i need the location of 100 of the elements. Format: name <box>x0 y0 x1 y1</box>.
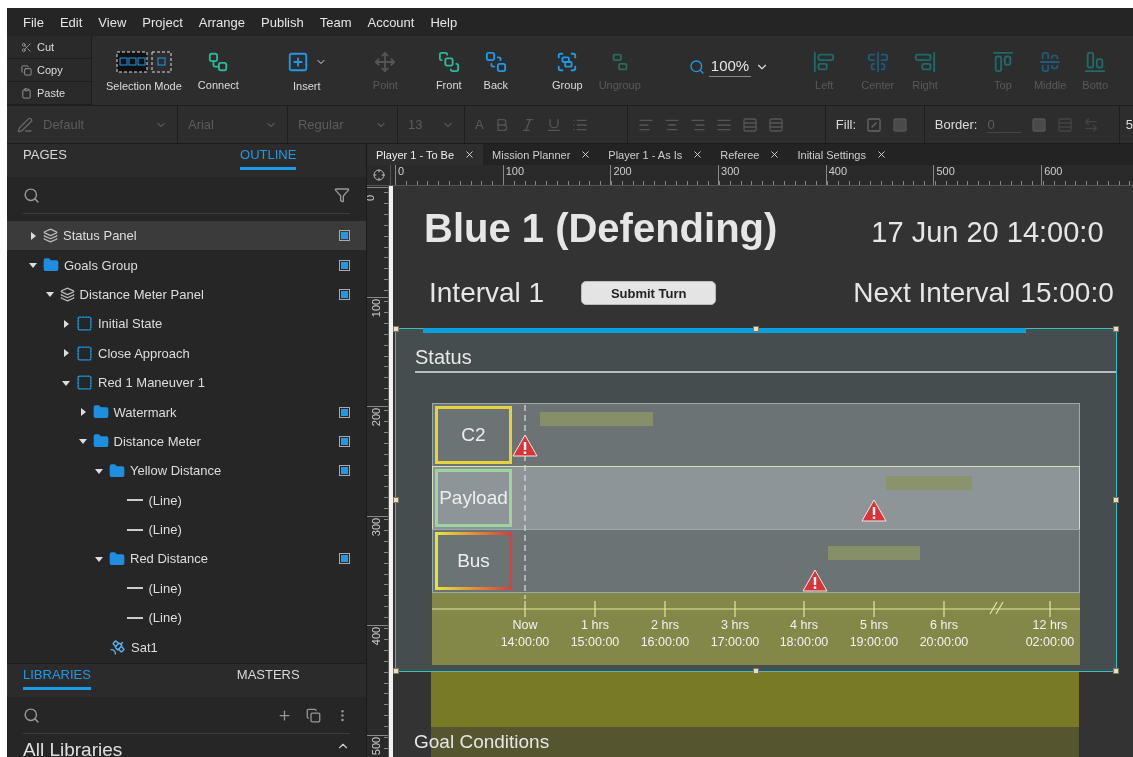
outline-item[interactable]: Close Approach <box>7 338 366 368</box>
menu-item[interactable]: Edit <box>51 14 91 30</box>
ruler-label: 300 <box>718 165 826 185</box>
panel-tab[interactable]: MASTERS <box>186 667 350 697</box>
selection-handle[interactable] <box>1113 326 1119 332</box>
close-icon[interactable] <box>580 149 592 160</box>
outline-item[interactable]: Yellow Distance <box>7 456 366 486</box>
clipboard-icon <box>21 87 32 99</box>
submit-button[interactable]: Submit Turn <box>581 281 717 305</box>
outline-item[interactable]: (Line) <box>7 485 366 515</box>
outline-item[interactable]: (Line) <box>7 514 366 545</box>
border-color-icon[interactable] <box>1031 116 1048 133</box>
expanded-caret-icon[interactable] <box>78 437 87 446</box>
warning-icon <box>861 499 887 522</box>
add-icon[interactable] <box>277 707 292 723</box>
document-tab[interactable]: Referee <box>711 144 789 165</box>
document-tab[interactable]: Mission Planner <box>483 144 600 165</box>
selection-handle[interactable] <box>393 668 399 674</box>
outline-item[interactable]: Goals Group <box>7 250 366 280</box>
connector-icon <box>207 50 230 73</box>
outline-item[interactable]: (Line) <box>7 573 366 604</box>
outline-item[interactable]: Status Panel <box>7 221 366 251</box>
collapsed-caret-icon[interactable] <box>62 349 70 358</box>
outline-item[interactable]: Red Distance <box>7 544 366 574</box>
expanded-caret-icon[interactable] <box>62 378 70 387</box>
selection-handle[interactable] <box>393 326 399 332</box>
fill-swatch-icon[interactable] <box>866 116 883 133</box>
close-icon[interactable] <box>769 149 781 160</box>
menu-item[interactable]: Arrange <box>190 14 254 30</box>
selection-handle[interactable] <box>753 668 759 674</box>
document-tab[interactable]: Player 1 - To Be <box>367 144 484 165</box>
menu-item[interactable]: Team <box>311 14 360 30</box>
selection-handle[interactable] <box>1113 497 1119 503</box>
line-icon <box>126 499 143 502</box>
next-interval-time: 15:00:0 <box>1020 277 1114 309</box>
document-tab[interactable]: Player 1 - As Is <box>599 144 712 165</box>
ruler-label: 100 <box>502 165 611 185</box>
close-icon[interactable] <box>875 149 887 160</box>
close-icon[interactable] <box>464 149 476 160</box>
collapsed-caret-icon[interactable] <box>29 231 37 240</box>
toolbar-button[interactable]: Group <box>548 36 587 105</box>
align-middle-icon <box>1039 50 1062 73</box>
state-icon <box>76 374 93 392</box>
selection-handle[interactable] <box>1113 668 1119 674</box>
interval-label: Interval 1 <box>429 277 545 309</box>
menu-item[interactable]: Publish <box>253 14 312 30</box>
expanded-caret-icon[interactable] <box>45 290 54 299</box>
toolbar-button[interactable]: Connect <box>193 36 243 105</box>
panel-tab[interactable]: LIBRARIES <box>23 667 187 697</box>
ruler-label: 0 <box>395 165 503 185</box>
toolbar-button[interactable]: Back <box>479 36 513 105</box>
menu-item[interactable]: View <box>90 14 135 30</box>
collapsed-caret-icon[interactable] <box>78 408 87 417</box>
toolbar-button[interactable]: Insert <box>282 36 331 105</box>
crosshair-icon[interactable] <box>372 169 385 181</box>
close-icon[interactable] <box>692 149 704 160</box>
line-icon <box>126 616 143 619</box>
panel-tab[interactable]: PAGES <box>23 147 187 177</box>
expanded-caret-icon[interactable] <box>95 555 103 563</box>
marker-icon[interactable] <box>339 230 350 242</box>
group-icon <box>556 50 579 73</box>
outline-item[interactable]: Watermark <box>7 397 366 427</box>
menu-item[interactable]: File <box>15 14 52 30</box>
selection-handle[interactable] <box>393 497 399 503</box>
state-icon <box>76 344 93 362</box>
zoom-field[interactable]: 100% <box>708 56 752 77</box>
outline-item[interactable]: Sat1 <box>7 632 366 662</box>
marker-icon[interactable] <box>339 259 350 271</box>
tick-label: 1 hrs 15:00:00 <box>570 617 620 651</box>
marker-icon[interactable] <box>339 553 350 565</box>
marker-icon[interactable] <box>339 435 350 447</box>
collapsed-caret-icon[interactable] <box>62 319 70 328</box>
toolbar-button[interactable]: Selection Mode <box>102 36 186 105</box>
menu-item[interactable]: Account <box>359 14 423 30</box>
panel-tab[interactable]: OUTLINE <box>186 147 350 177</box>
section-heading: Goal Conditions <box>414 731 550 753</box>
marker-icon[interactable] <box>339 406 350 418</box>
search-icon[interactable] <box>23 186 40 204</box>
outline-item[interactable]: Red 1 Maneuver 1 <box>7 367 366 398</box>
outline-item[interactable]: Initial State <box>7 309 366 339</box>
outline-item[interactable]: Distance Meter Panel <box>7 279 366 310</box>
filter-icon[interactable] <box>334 187 350 203</box>
document-tab[interactable]: Initial Settings <box>788 144 895 165</box>
menu-item[interactable]: Project <box>134 14 191 30</box>
folder-icon <box>92 433 109 450</box>
windows-icon[interactable] <box>306 707 321 723</box>
outline-item[interactable]: Distance Meter <box>7 426 366 457</box>
expanded-caret-icon[interactable] <box>29 261 37 270</box>
toolbar-button[interactable]: Front <box>431 36 466 105</box>
marker-icon[interactable] <box>339 465 350 477</box>
front-icon <box>437 50 460 73</box>
search-icon[interactable] <box>23 706 40 724</box>
align-bottom-icon <box>1084 50 1107 73</box>
menu-item[interactable]: Help <box>422 14 466 30</box>
line-icon <box>126 587 143 590</box>
expanded-caret-icon[interactable] <box>95 466 103 475</box>
folder-icon <box>92 404 109 421</box>
outline-item[interactable]: (Line) <box>7 603 366 633</box>
row-label: Bus <box>435 532 512 590</box>
marker-icon[interactable] <box>339 288 350 300</box>
